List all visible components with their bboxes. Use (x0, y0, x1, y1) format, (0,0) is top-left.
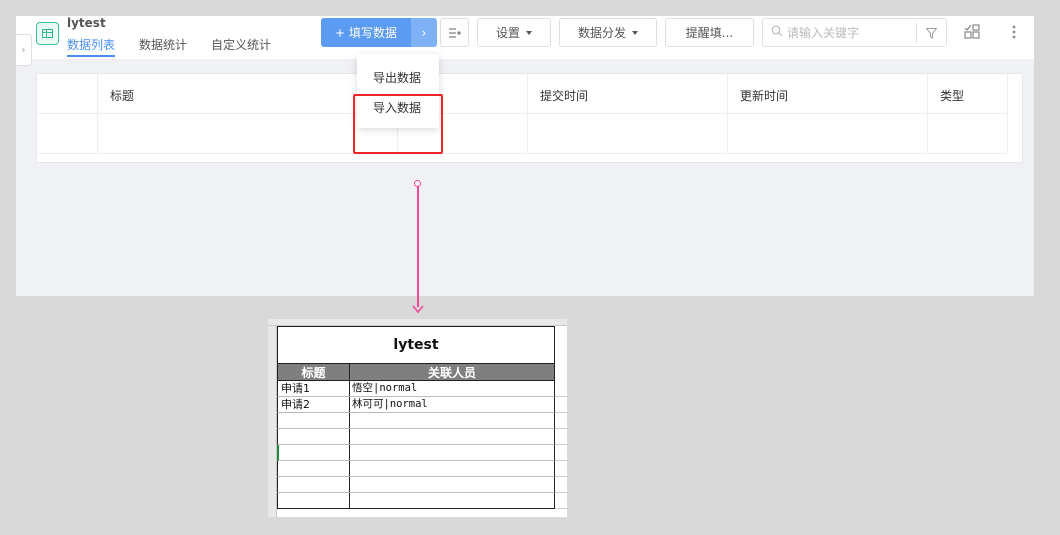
data-table: 标题 提交时间 更新时间 类型 (36, 73, 1023, 163)
layout-icon[interactable] (962, 22, 982, 42)
sheet-gridline (555, 397, 567, 413)
column-divider (97, 74, 98, 154)
search-icon (767, 25, 787, 40)
column-divider (927, 74, 928, 154)
list-settings-icon (448, 28, 461, 37)
annotation-arrow-origin (414, 180, 421, 187)
highlight-box (353, 94, 443, 154)
menu-item-export-data[interactable]: 导出数据 (373, 69, 421, 86)
search-input[interactable] (787, 25, 915, 40)
sheet-header-related-people: 关联人员 (349, 364, 555, 381)
sheet-cell-related-people (349, 493, 555, 509)
sheet-header-title: 标题 (277, 364, 350, 381)
column-header-title[interactable]: 标题 (110, 87, 134, 104)
fill-data-more-button[interactable]: › (411, 18, 437, 47)
table-row[interactable] (37, 114, 1007, 154)
distribute-label: 数据分发 (577, 26, 626, 40)
sheet-gridline (555, 413, 567, 429)
sheet-cell-title: 申请1 (277, 381, 350, 397)
sheet-extra-columns (555, 364, 567, 517)
app-header: lytest 数据列表 数据统计 自定义统计 + 填写数据 › 设置 数据分发 (16, 16, 1034, 59)
column-settings-button[interactable] (440, 18, 469, 47)
sheet-cell-related-people (349, 477, 555, 493)
caret-down-icon (526, 30, 532, 35)
fill-data-label: 填写数据 (349, 26, 398, 40)
data-distribute-button[interactable]: 数据分发 (559, 18, 657, 47)
column-header-submit-time[interactable]: 提交时间 (540, 87, 588, 104)
arrow-down-icon (412, 305, 424, 313)
app-window: › lytest 数据列表 数据统计 自定义统计 + 填写数据 › 设置 数据分… (16, 16, 1034, 296)
annotation-arrow-line (417, 183, 419, 307)
sheet-cell-related-people: 林可可|normal (349, 397, 555, 413)
sheet-cell-related-people (349, 445, 555, 461)
sheet-cell-title (277, 461, 350, 477)
chevron-right-icon: › (421, 25, 427, 40)
sheet-cell-related-people (349, 461, 555, 477)
fill-data-button[interactable]: + 填写数据 (321, 18, 411, 47)
sheet-gridline (555, 445, 567, 461)
sheet-cell-related-people: 悟空|normal (349, 381, 555, 397)
settings-button[interactable]: 设置 (477, 18, 551, 47)
column-divider (527, 74, 528, 154)
sheet-gridline (555, 461, 567, 477)
column-divider (1007, 74, 1008, 154)
search-box[interactable] (762, 18, 947, 47)
tab-data-list[interactable]: 数据列表 (67, 36, 115, 53)
column-divider (727, 74, 728, 154)
active-tab-indicator (67, 55, 115, 57)
sheet-gridline (555, 429, 567, 445)
more-vertical-icon[interactable] (1004, 22, 1024, 42)
plus-icon: + (334, 25, 346, 40)
column-header-update-time[interactable]: 更新时间 (740, 87, 788, 104)
sheet-cell-title (277, 413, 350, 429)
table-header-row (37, 74, 1007, 114)
table-app-icon (36, 22, 59, 45)
spreadsheet-preview: lytest 标题 关联人员 申请1 悟空|normal 申请2 林可可|normal (268, 319, 567, 517)
sheet-title: lytest (277, 326, 555, 364)
sheet-cell-title: 申请2 (277, 397, 350, 413)
column-header-type[interactable]: 类型 (940, 87, 964, 104)
sheet-gridline (555, 493, 567, 509)
tab-custom-stats[interactable]: 自定义统计 (211, 36, 271, 53)
sheet-cell-related-people (349, 429, 555, 445)
sheet-column-header-strip (268, 319, 567, 326)
sheet-cell-title (277, 477, 350, 493)
sheet-cell-title (277, 445, 350, 461)
filter-icon[interactable] (916, 23, 946, 43)
sheet-cell-title (277, 493, 350, 509)
sheet-gridline (555, 381, 567, 397)
remind-button[interactable]: 提醒填... (665, 18, 754, 47)
settings-label: 设置 (495, 26, 520, 40)
sheet-cell-related-people (349, 413, 555, 429)
app-title: lytest (67, 16, 106, 30)
sheet-cell-title (277, 429, 350, 445)
sheet-row-header-strip (268, 326, 277, 517)
remind-label: 提醒填... (685, 26, 734, 40)
caret-down-icon (632, 30, 638, 35)
sheet-gridline (555, 477, 567, 493)
sheet-bottom-border (277, 508, 555, 509)
sidebar-expand-icon[interactable]: › (16, 34, 32, 66)
tab-data-stats[interactable]: 数据统计 (139, 36, 187, 53)
